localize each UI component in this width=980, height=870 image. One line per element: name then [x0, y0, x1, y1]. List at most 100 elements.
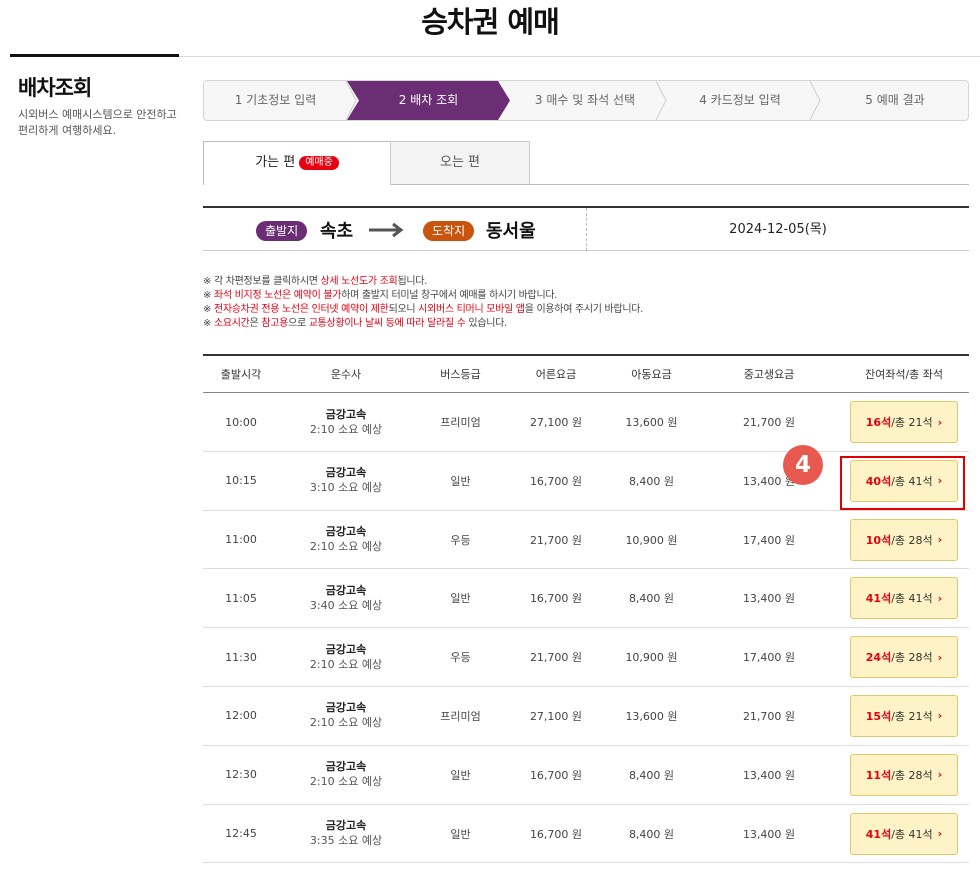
adult-fare-text: 16,700 원	[529, 592, 583, 606]
departure-time: 11:05	[203, 569, 279, 627]
company-cell: 금강고속 2:10 소요 예상	[279, 687, 413, 745]
remaining-seats: 41석	[865, 827, 892, 841]
table-row[interactable]: 11:30 금강고속 2:10 소요 예상 우등 21,700 원 10,900 원 17,…	[203, 628, 969, 687]
child-fare-text: 8,400 원	[628, 592, 675, 606]
notice-text: 되오니	[388, 304, 419, 315]
seat-select-button[interactable]: 10석 /총 28석 ›	[850, 518, 958, 561]
youth-fare-text: 17,400 원	[742, 651, 796, 665]
table-row[interactable]: 12:30 금강고속 2:10 소요 예상 일반 16,700 원 8,400 원 13,4…	[203, 746, 969, 805]
departure-time: 12:45	[203, 805, 279, 863]
seat-select-button[interactable]: 15석 /총 21석 ›	[850, 694, 958, 737]
youth-fare: 17,400 원	[699, 511, 839, 569]
arrival-badge: 도착지	[423, 221, 475, 241]
notice-line: ※ 전자승차권 전용 노선은 인터넷 예약이 제한되오니 시외버스 티머니 모바…	[203, 303, 643, 317]
table-row[interactable]: 12:45 금강고속 3:35 소요 예상 일반 16,700 원 8,400 원 13,4…	[203, 805, 969, 864]
adult-fare: 16,700 원	[508, 569, 604, 627]
notice-text: ※ 각 차편정보를 클릭하시면	[203, 276, 321, 287]
adult-fare-text: 16,700 원	[529, 827, 583, 841]
chevron-right-icon: ›	[937, 415, 943, 429]
adult-fare-text: 27,100 원	[529, 416, 583, 429]
child-fare-text: 8,400 원	[628, 827, 675, 841]
remaining-seats: 10석	[865, 533, 892, 547]
child-fare: 13,600 원	[604, 393, 699, 451]
seat-select-button[interactable]: 41석 /총 41석 ›	[850, 577, 958, 620]
chevron-right-icon: ›	[937, 591, 943, 605]
adult-fare: 27,100 원	[508, 687, 604, 745]
child-fare: 13,600 원	[604, 687, 699, 745]
notice-text: 소요시간	[213, 318, 250, 329]
departure-time: 12:30	[203, 746, 279, 804]
step-number-marker: 4	[783, 445, 823, 485]
bus-grade: 일반	[413, 569, 508, 627]
bus-grade: 일반	[413, 805, 508, 863]
bus-grade: 우등	[413, 628, 508, 686]
notice-text: 을 이용하여 주시기 바랍니다.	[524, 304, 644, 315]
remaining-seats: 24석	[865, 651, 892, 665]
youth-fare-text: 17,400 원	[742, 533, 796, 547]
child-fare: 10,900 원	[604, 628, 699, 686]
tab-outbound-label: 가는 편	[255, 155, 296, 170]
chevron-right-icon: ›	[937, 709, 943, 723]
booking-status-badge: 예매중	[299, 156, 339, 170]
table-row[interactable]: 10:00 금강고속 2:10 소요 예상 프리미엄 27,100 원 13,600 원 2…	[203, 393, 969, 452]
total-seats: /총 28석	[891, 651, 933, 665]
company-name: 금강고속	[325, 525, 367, 539]
departure-time-text: 11:00	[225, 533, 257, 547]
departure-time-text: 10:15	[225, 474, 257, 488]
estimated-duration: 2:10 소요 예상	[309, 775, 383, 789]
seat-select-button[interactable]: 41석 /총 41석 ›	[850, 812, 958, 855]
notice-line: ※ 각 차편정보를 클릭하시면 상세 노선도가 조회됩니다.	[203, 275, 643, 289]
estimated-duration: 3:10 소요 예상	[309, 481, 383, 495]
youth-fare: 13,400 원	[699, 746, 839, 804]
departure-time: 11:00	[203, 511, 279, 569]
chevron-right-icon: ›	[937, 650, 943, 664]
adult-fare-text: 27,100 원	[529, 709, 583, 723]
notice-text: 상세 노선도가 조회	[320, 276, 398, 287]
child-fare: 8,400 원	[604, 746, 699, 804]
step-basic-info: 1 기초정보 입력	[234, 93, 317, 107]
company-cell: 금강고속 3:40 소요 예상	[279, 569, 413, 627]
child-fare: 8,400 원	[604, 452, 699, 510]
seat-select-button[interactable]: 16석 /총 21석 ›	[850, 401, 958, 443]
seat-select-button[interactable]: 24석 /총 28석 ›	[850, 636, 958, 679]
table-row[interactable]: 11:05 금강고속 3:40 소요 예상 일반 16,700 원 8,400 원 13,4…	[203, 569, 969, 629]
notice-text: 은	[249, 318, 262, 329]
company-name: 금강고속	[325, 701, 367, 715]
youth-fare: 21,700 원	[699, 393, 839, 451]
remaining-seats: 16석	[865, 416, 892, 429]
estimated-duration: 2:10 소요 예상	[309, 657, 383, 671]
company-name: 금강고속	[325, 407, 367, 421]
table-row[interactable]: 11:00 금강고속 2:10 소요 예상 우등 21,700 원 10,900 원 17,…	[203, 511, 969, 570]
bus-grade-text: 일반	[450, 827, 471, 841]
notice-text: 좌석 비지정 노선은 예약이 불가	[213, 290, 342, 301]
estimated-duration: 3:40 소요 예상	[309, 598, 383, 612]
notice-text: 시외버스 티머니 모바일 앱	[418, 304, 525, 315]
company-cell: 금강고속 2:10 소요 예상	[279, 628, 413, 686]
tab-return[interactable]: 오는 편	[390, 141, 530, 185]
total-seats: /총 28석	[891, 533, 933, 547]
company-cell: 금강고속 3:35 소요 예상	[279, 805, 413, 863]
remaining-seats: 15석	[865, 709, 892, 723]
youth-fare-text: 13,400 원	[742, 827, 796, 841]
child-fare-text: 13,600 원	[625, 416, 678, 429]
progress-stepper: 1 기초정보 입력 2 배차 조회 3 매수 및 좌석 선택 4 카드정보 입력…	[203, 80, 969, 121]
notice-text: ※	[203, 304, 214, 315]
tab-outbound[interactable]: 가는 편 예매중	[203, 141, 391, 185]
adult-fare: 16,700 원	[508, 746, 604, 804]
youth-fare-text: 13,400 원	[742, 592, 796, 606]
chevron-right-icon: ›	[937, 827, 943, 841]
departure-time-text: 10:00	[225, 415, 257, 429]
bus-grade-text: 우등	[450, 651, 471, 665]
title-divider	[179, 56, 980, 57]
remaining-seats: 41석	[865, 592, 892, 606]
adult-fare: 21,700 원	[508, 511, 604, 569]
youth-fare-text: 21,700 원	[742, 709, 796, 723]
notice-text: 됩니다.	[397, 276, 428, 287]
seat-select-button[interactable]: 11석 /총 28석 ›	[850, 753, 958, 796]
adult-fare-text: 16,700 원	[529, 768, 583, 782]
notice-text: 있습니다.	[465, 318, 507, 329]
table-row[interactable]: 12:00 금강고속 2:10 소요 예상 프리미엄 27,100 원 13,600 원 2…	[203, 687, 969, 746]
estimated-duration: 3:35 소요 예상	[309, 834, 383, 848]
child-fare: 8,400 원	[604, 805, 699, 863]
bus-grade: 일반	[413, 746, 508, 804]
